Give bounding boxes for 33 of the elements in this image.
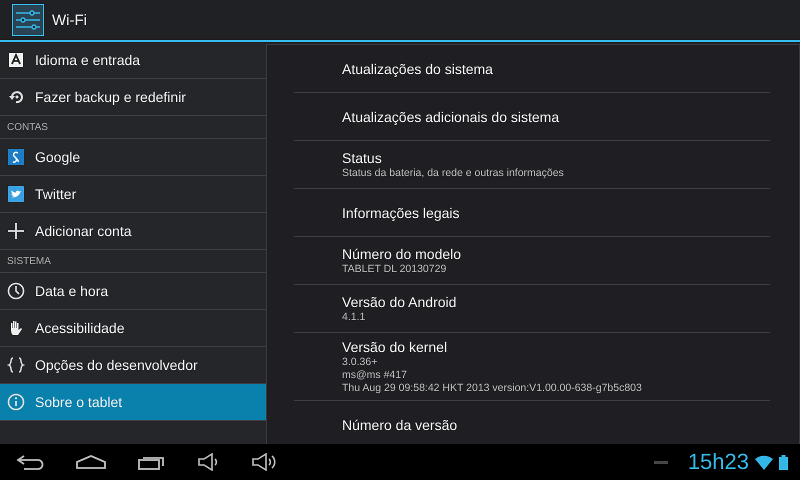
preference-row[interactable]: Status Status da bateria, da rede e outras informações [294, 141, 770, 189]
plus-icon [7, 222, 25, 240]
settings-item[interactable]: Acessibilidade [0, 310, 266, 347]
battery-icon [779, 454, 788, 470]
info-icon [7, 393, 25, 411]
settings-item[interactable]: Fazer backup e redefinir [0, 79, 266, 116]
home-icon[interactable] [76, 455, 106, 469]
keyboard-icon [7, 51, 25, 69]
recents-icon[interactable] [138, 454, 166, 470]
braces-icon [7, 356, 25, 374]
wifi-icon [755, 454, 773, 470]
settings-item[interactable]: Sobre o tablet [0, 384, 266, 421]
volume-down-icon[interactable] [198, 453, 220, 471]
volume-up-icon[interactable] [252, 453, 278, 471]
preference-row[interactable]: Informações legais [294, 189, 770, 237]
settings-item[interactable]: Twitter [0, 176, 266, 213]
section-header: CONTAS [0, 116, 266, 139]
section-header: SISTEMA [0, 250, 266, 273]
clock-icon [7, 282, 25, 300]
settings-item[interactable]: Idioma e entrada [0, 42, 266, 79]
restore-icon [7, 88, 25, 106]
preference-row[interactable]: Atualizações adicionais do sistema [294, 93, 770, 141]
settings-item[interactable]: Data e hora [0, 273, 266, 310]
bird-icon [7, 185, 25, 203]
screen-title: Wi-Fi [52, 12, 87, 28]
preference-row[interactable]: Número do modelo TABLET DL 20130729 [294, 237, 770, 285]
clock-time: 15h23 [688, 449, 749, 475]
preference-row[interactable]: Versão do Android 4.1.1 [294, 285, 770, 333]
back-icon[interactable] [16, 454, 44, 470]
preference-row[interactable]: Versão do kernel 3.0.36+ ms@ms #417 Thu Aug 29 09:58:42 HKT 2013 version:V1.00.00-638-g7b5c803 [294, 333, 770, 401]
settings-icon[interactable] [12, 4, 44, 36]
preference-row[interactable]: Atualizações do sistema [294, 45, 770, 93]
settings-item[interactable]: Google [0, 139, 266, 176]
